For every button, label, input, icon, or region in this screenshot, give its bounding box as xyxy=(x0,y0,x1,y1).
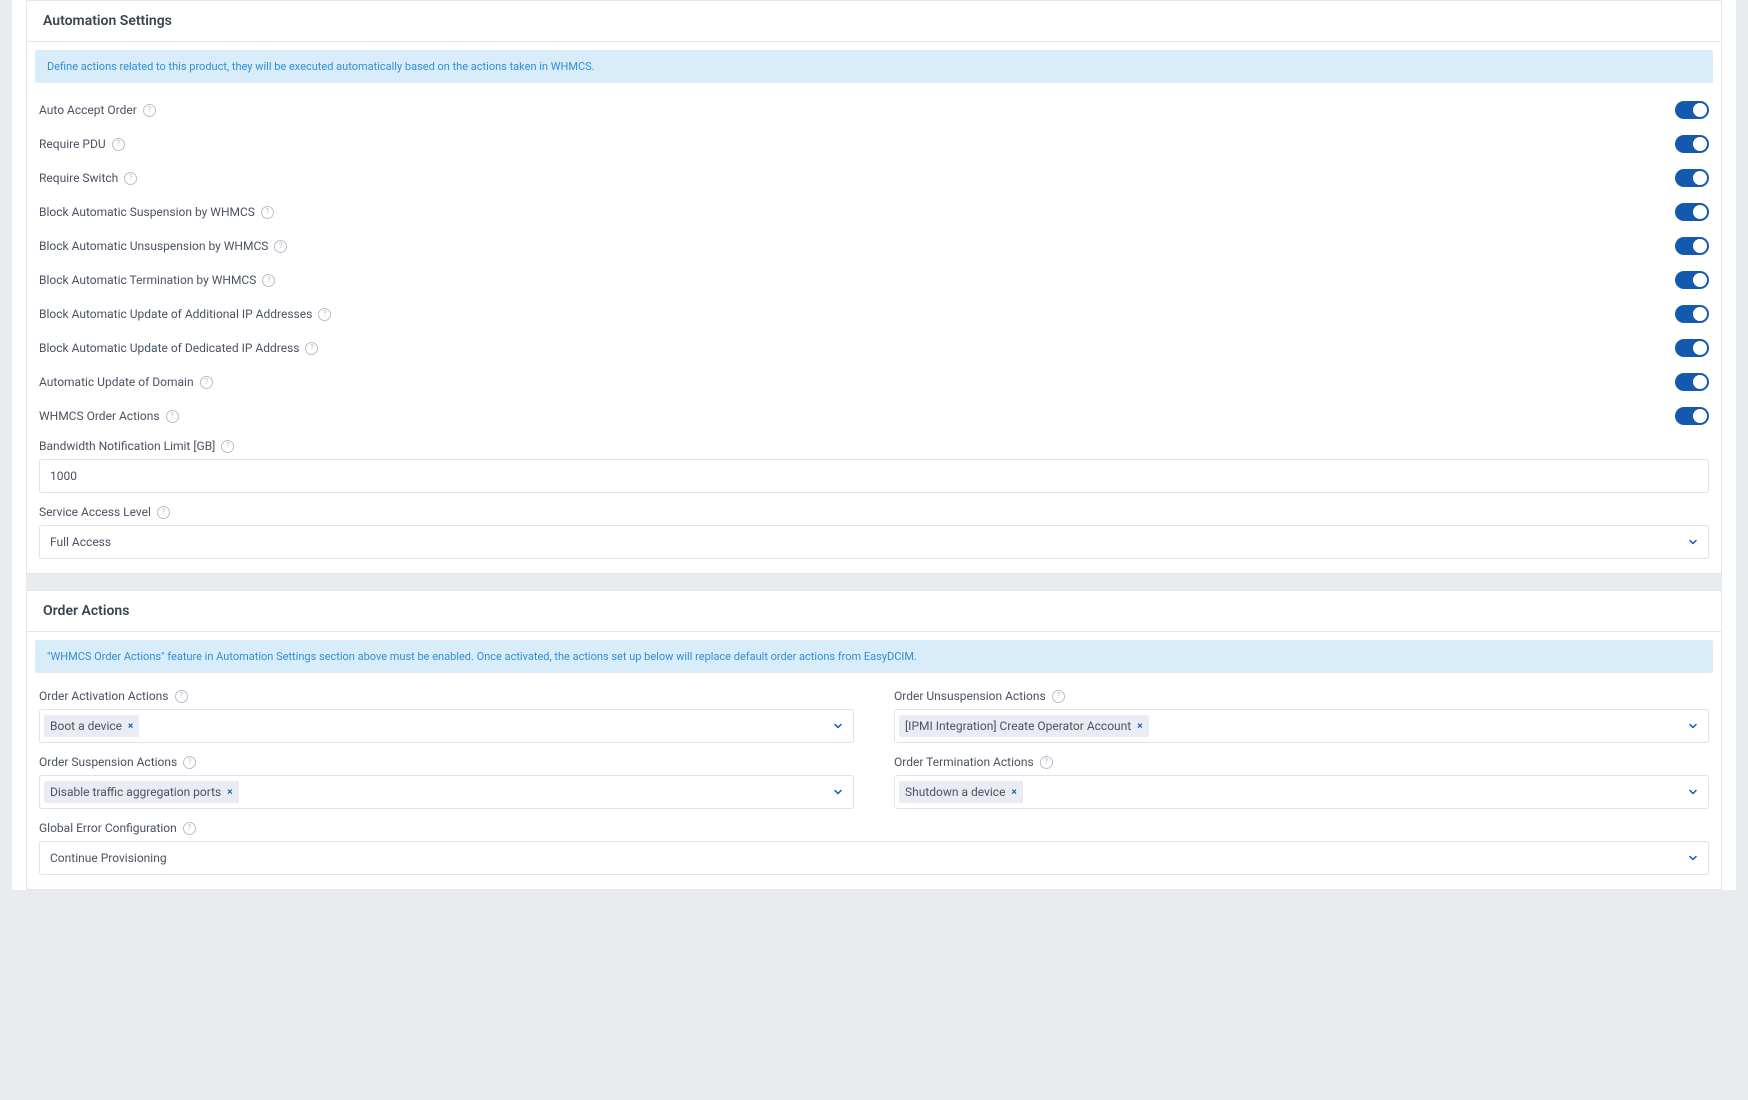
tag: [IPMI Integration] Create Operator Accou… xyxy=(899,715,1149,737)
automation-settings-panel: Automation Settings Define actions relat… xyxy=(26,0,1722,574)
toggle-switch-require-pdu[interactable] xyxy=(1675,135,1709,153)
order-termination-select[interactable]: Shutdown a device × xyxy=(894,775,1709,809)
bandwidth-limit-input[interactable] xyxy=(39,459,1709,493)
help-icon[interactable]: ? xyxy=(112,138,125,151)
toggle-label: Automatic Update of Domain xyxy=(39,375,194,389)
tag-remove-icon[interactable]: × xyxy=(1011,787,1016,798)
tag-remove-icon[interactable]: × xyxy=(128,721,133,732)
global-error-value: Continue Provisioning xyxy=(50,851,167,865)
order-unsuspension-label: Order Unsuspension Actions xyxy=(894,689,1046,703)
toggle-row-require-pdu: Require PDU? xyxy=(35,127,1713,161)
service-access-group: Service Access Level ? Full Access xyxy=(35,499,1713,565)
toggle-switch-block-auto-update-additional-ip[interactable] xyxy=(1675,305,1709,323)
toggle-label: WHMCS Order Actions xyxy=(39,409,160,423)
automation-settings-title: Automation Settings xyxy=(27,1,1721,42)
toggle-row-whmcs-order-actions: WHMCS Order Actions? xyxy=(35,399,1713,433)
order-suspension-label: Order Suspension Actions xyxy=(39,755,177,769)
help-icon[interactable]: ? xyxy=(157,506,170,519)
toggle-switch-block-auto-update-dedicated-ip[interactable] xyxy=(1675,339,1709,357)
tag-remove-icon[interactable]: × xyxy=(1137,721,1142,732)
order-unsuspension-group: Order Unsuspension Actions ? [IPMI Integ… xyxy=(890,683,1713,749)
toggle-row-require-switch: Require Switch? xyxy=(35,161,1713,195)
global-error-group: Global Error Configuration ? Continue Pr… xyxy=(35,815,1713,881)
toggle-label: Block Automatic Termination by WHMCS xyxy=(39,273,256,287)
help-icon[interactable]: ? xyxy=(175,690,188,703)
help-icon[interactable]: ? xyxy=(274,240,287,253)
help-icon[interactable]: ? xyxy=(1040,756,1053,769)
toggle-label: Auto Accept Order xyxy=(39,103,137,117)
toggle-row-auto-accept-order: Auto Accept Order? xyxy=(35,93,1713,127)
global-error-label: Global Error Configuration xyxy=(39,821,177,835)
service-access-value: Full Access xyxy=(50,535,111,549)
help-icon[interactable]: ? xyxy=(1052,690,1065,703)
order-actions-info-banner: "WHMCS Order Actions" feature in Automat… xyxy=(35,640,1713,673)
bandwidth-limit-group: Bandwidth Notification Limit [GB] ? xyxy=(35,433,1713,499)
order-activation-select[interactable]: Boot a device × xyxy=(39,709,854,743)
order-activation-group: Order Activation Actions ? Boot a device… xyxy=(35,683,858,749)
order-actions-panel: Order Actions "WHMCS Order Actions" feat… xyxy=(26,590,1722,890)
help-icon[interactable]: ? xyxy=(305,342,318,355)
order-actions-title: Order Actions xyxy=(27,591,1721,632)
global-error-select[interactable]: Continue Provisioning xyxy=(39,841,1709,875)
tag-label: Disable traffic aggregation ports xyxy=(50,785,221,799)
toggle-switch-block-auto-termination[interactable] xyxy=(1675,271,1709,289)
tag: Boot a device × xyxy=(44,715,139,737)
order-termination-group: Order Termination Actions ? Shutdown a d… xyxy=(890,749,1713,815)
toggle-switch-auto-accept-order[interactable] xyxy=(1675,101,1709,119)
help-icon[interactable]: ? xyxy=(183,756,196,769)
order-unsuspension-select[interactable]: [IPMI Integration] Create Operator Accou… xyxy=(894,709,1709,743)
toggle-row-block-auto-update-dedicated-ip: Block Automatic Update of Dedicated IP A… xyxy=(35,331,1713,365)
tag: Shutdown a device × xyxy=(899,781,1023,803)
toggle-row-block-auto-unsuspension: Block Automatic Unsuspension by WHMCS? xyxy=(35,229,1713,263)
toggle-row-block-auto-termination: Block Automatic Termination by WHMCS? xyxy=(35,263,1713,297)
tag: Disable traffic aggregation ports × xyxy=(44,781,239,803)
help-icon[interactable]: ? xyxy=(143,104,156,117)
toggle-switch-auto-update-domain[interactable] xyxy=(1675,373,1709,391)
help-icon[interactable]: ? xyxy=(221,440,234,453)
tag-label: Boot a device xyxy=(50,719,122,733)
service-access-label: Service Access Level xyxy=(39,505,151,519)
help-icon[interactable]: ? xyxy=(262,274,275,287)
tag-remove-icon[interactable]: × xyxy=(227,787,232,798)
toggle-switch-block-auto-unsuspension[interactable] xyxy=(1675,237,1709,255)
order-suspension-select[interactable]: Disable traffic aggregation ports × xyxy=(39,775,854,809)
toggle-label: Require Switch xyxy=(39,171,118,185)
help-icon[interactable]: ? xyxy=(200,376,213,389)
order-activation-label: Order Activation Actions xyxy=(39,689,169,703)
toggle-switch-whmcs-order-actions[interactable] xyxy=(1675,407,1709,425)
help-icon[interactable]: ? xyxy=(124,172,137,185)
toggle-label: Require PDU xyxy=(39,137,106,151)
toggle-row-auto-update-domain: Automatic Update of Domain? xyxy=(35,365,1713,399)
order-suspension-group: Order Suspension Actions ? Disable traff… xyxy=(35,749,858,815)
tag-label: Shutdown a device xyxy=(905,785,1005,799)
toggle-row-block-auto-suspension: Block Automatic Suspension by WHMCS? xyxy=(35,195,1713,229)
automation-info-banner: Define actions related to this product, … xyxy=(35,50,1713,83)
toggle-switch-require-switch[interactable] xyxy=(1675,169,1709,187)
toggle-label: Block Automatic Suspension by WHMCS xyxy=(39,205,255,219)
toggle-switch-block-auto-suspension[interactable] xyxy=(1675,203,1709,221)
service-access-select[interactable]: Full Access xyxy=(39,525,1709,559)
bandwidth-limit-label: Bandwidth Notification Limit [GB] xyxy=(39,439,215,453)
help-icon[interactable]: ? xyxy=(166,410,179,423)
toggle-label: Block Automatic Update of Additional IP … xyxy=(39,307,312,321)
order-termination-label: Order Termination Actions xyxy=(894,755,1034,769)
toggle-label: Block Automatic Unsuspension by WHMCS xyxy=(39,239,268,253)
help-icon[interactable]: ? xyxy=(261,206,274,219)
help-icon[interactable]: ? xyxy=(183,822,196,835)
help-icon[interactable]: ? xyxy=(318,308,331,321)
toggle-row-block-auto-update-additional-ip: Block Automatic Update of Additional IP … xyxy=(35,297,1713,331)
toggle-label: Block Automatic Update of Dedicated IP A… xyxy=(39,341,299,355)
tag-label: [IPMI Integration] Create Operator Accou… xyxy=(905,719,1131,733)
